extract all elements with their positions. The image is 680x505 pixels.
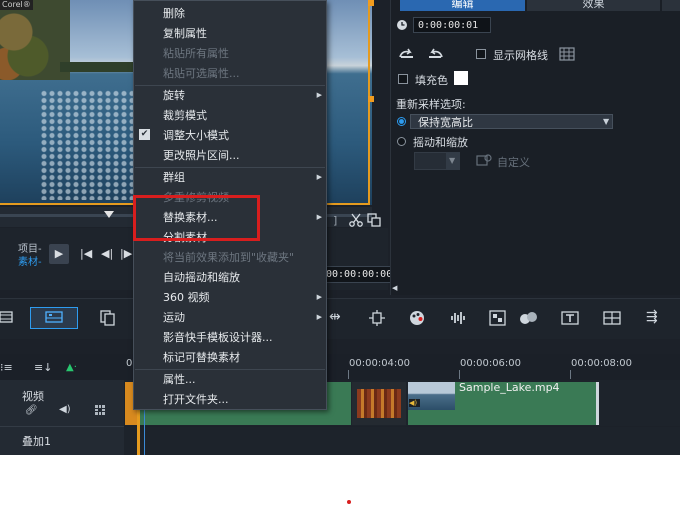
resample-select[interactable]: 保持宽高比 <box>410 114 613 129</box>
radio-keep-aspect[interactable] <box>397 117 406 126</box>
menu-item-resize-mode[interactable]: 调整大小模式 <box>163 126 229 146</box>
ruler-tick <box>570 370 571 379</box>
menu-item-group[interactable]: 群组 <box>163 168 185 188</box>
editor-window: Corel® 项目- 素材- ▶ |◀ ◀| |▶ ] 00:00:00:004… <box>0 0 680 455</box>
title-icon[interactable] <box>561 310 579 329</box>
storyboard-icon <box>45 311 63 326</box>
prev-frame-button[interactable]: ◀| <box>101 247 113 260</box>
panel-collapse-icon[interactable]: ◀ <box>392 284 397 292</box>
audio-badge-icon: ◀) <box>409 399 420 407</box>
motion-icon[interactable]: ⇶ <box>646 309 658 325</box>
copy-clip-icon[interactable] <box>100 310 115 329</box>
overlay-track-label: 叠加1 <box>22 435 51 448</box>
clock-icon <box>396 19 408 34</box>
timeline-view-icon[interactable] <box>0 310 14 327</box>
submenu-arrow-icon: ▶ <box>316 293 322 301</box>
mode-clip-label[interactable]: 素材- <box>18 253 42 268</box>
color-palette-icon[interactable] <box>409 310 425 329</box>
tab-effect[interactable]: 效果 <box>527 0 660 11</box>
menu-item-copy-attributes[interactable]: 复制属性 <box>163 24 207 44</box>
ruler-tick <box>459 370 460 379</box>
menu-item-change-photo-duration[interactable]: 更改照片区间... <box>163 146 240 166</box>
customize-icon <box>476 154 492 170</box>
menu-item-rotate[interactable]: 旋转 <box>163 86 185 106</box>
menu-item-360-video[interactable]: 360 视频 <box>163 288 210 308</box>
copy-icon[interactable] <box>367 213 381 230</box>
resize-handle-right[interactable] <box>368 96 374 102</box>
clip-end-marker[interactable] <box>596 382 599 425</box>
ruler-label-2: 00:00:06:00 <box>460 358 522 369</box>
ruler-label-1: 00:00:04:00 <box>349 358 411 369</box>
rotate-right-icon[interactable] <box>426 48 444 63</box>
pan-zoom-label: 摇动和缩放 <box>413 136 468 149</box>
clip-thumbnail <box>357 389 401 418</box>
ruler-label-3: 00:00:08:00 <box>571 358 633 369</box>
add-track-icon[interactable]: ≡↓ <box>34 361 52 374</box>
menu-item-auto-pan-zoom[interactable]: 自动摇动和缩放 <box>163 268 240 288</box>
chevron-down-icon: ▼ <box>603 117 610 126</box>
submenu-arrow-icon: ▶ <box>316 91 322 99</box>
track-manager-icon[interactable]: ⁝≡ <box>0 361 13 374</box>
show-grid-checkbox[interactable] <box>476 49 486 59</box>
resize-handle-top-right[interactable] <box>368 0 374 6</box>
scissors-icon[interactable] <box>349 213 363 230</box>
next-frame-button[interactable]: |▶ <box>120 247 132 260</box>
media-grid-icon[interactable] <box>489 310 506 329</box>
home-button[interactable]: |◀ <box>80 247 92 260</box>
ruler-tick <box>348 370 349 379</box>
tab-edit[interactable]: 编辑 <box>400 0 525 11</box>
menu-item-properties[interactable]: 属性... <box>163 370 196 390</box>
play-button[interactable]: ▶ <box>49 244 69 264</box>
overlay-track-header[interactable] <box>0 427 124 455</box>
submenu-arrow-icon: ▶ <box>316 213 322 221</box>
overlay-track-lane[interactable] <box>124 427 680 455</box>
menu-item-paste-all-attributes: 粘贴所有属性 <box>163 47 229 60</box>
volume-icon[interactable]: ◀) <box>59 404 71 415</box>
audio-wave-icon[interactable] <box>450 310 466 329</box>
track-grid-icon[interactable] <box>95 405 105 418</box>
mark-out-icon[interactable]: ] <box>333 214 337 227</box>
menu-item-template-designer[interactable]: 影音快手模板设计器... <box>163 328 273 348</box>
link-icon[interactable]: 🔗︎ <box>25 405 38 416</box>
track-arrow-icon[interactable]: ▲· <box>66 362 77 373</box>
checkmark-icon: ✔ <box>139 129 150 140</box>
scrub-handle[interactable] <box>104 211 114 218</box>
clip-name: Sample_Lake.mp4 <box>459 381 560 394</box>
menu-item-open-folder[interactable]: 打开文件夹... <box>163 390 229 410</box>
radio-pan-zoom[interactable] <box>397 137 406 146</box>
submenu-arrow-icon: ▶ <box>316 313 322 321</box>
resample-label: 重新采样选项: <box>396 98 466 111</box>
fill-color-swatch[interactable] <box>454 71 468 85</box>
show-grid-label: 显示网格线 <box>493 49 548 62</box>
menu-item-mark-replaceable[interactable]: 标记可替换素材 <box>163 348 240 368</box>
menu-item-delete[interactable]: 删除 <box>163 4 185 24</box>
chevron-down-icon: ▼ <box>449 156 456 165</box>
menu-item-motion[interactable]: 运动 <box>163 308 185 328</box>
menu-item-paste-selectable-attributes: 粘贴可选属性... <box>163 67 240 80</box>
highlight-annotation <box>133 195 260 241</box>
custom-button: 自定义 <box>497 156 530 169</box>
red-dot-marker <box>347 500 351 504</box>
blend-circles-icon[interactable] <box>519 310 539 329</box>
video-track-label: 视频 <box>22 390 44 403</box>
rotate-left-icon[interactable] <box>398 48 416 63</box>
grid-settings-icon[interactable] <box>559 47 575 64</box>
fill-color-checkbox[interactable] <box>398 74 408 84</box>
fill-color-label: 填充色 <box>415 74 448 87</box>
duration-input[interactable]: 0:00:00:01 <box>413 17 491 33</box>
ruler-label-0: 0 <box>126 358 133 369</box>
menu-item-crop-mode[interactable]: 裁剪模式 <box>163 106 207 126</box>
tab-extra[interactable] <box>662 0 680 11</box>
fit-width-icon[interactable]: ⇹ <box>329 309 341 325</box>
submenu-arrow-icon: ▶ <box>316 173 322 181</box>
multi-camera-icon[interactable] <box>603 310 621 329</box>
menu-item-add-to-favorites: 将当前效果添加到"收藏夹" <box>163 251 295 264</box>
fit-project-icon[interactable] <box>368 310 386 329</box>
